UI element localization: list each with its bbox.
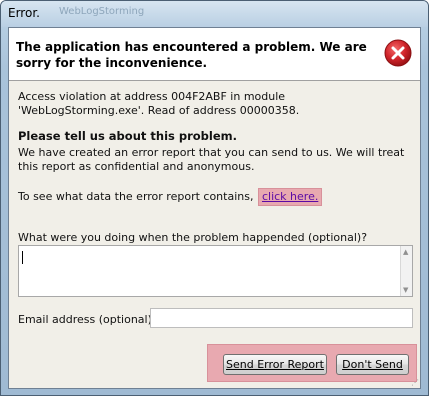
see-data-line: To see what data the error report contai… [18,188,413,206]
request-title: Please tell us about this problem. [18,129,237,143]
email-field[interactable] [150,308,413,328]
click-here-highlight: click here. [257,188,323,206]
title-bar[interactable]: Error. WebLogStorming [1,1,428,27]
button-highlight: Send Error Report Don't Send [207,344,417,382]
send-error-report-button[interactable]: Send Error Report [223,354,327,375]
scroll-down-icon[interactable]: ▼ [403,286,408,294]
email-label: Email address (optional): [18,313,156,326]
text-caret [22,251,23,264]
dialog-body: The application has encountered a proble… [8,27,421,389]
dont-send-button[interactable]: Don't Send [336,354,409,375]
problem-description-input[interactable]: ▲ ▼ [18,245,413,297]
see-data-text: To see what data the error report contai… [18,190,254,203]
vertical-scrollbar[interactable]: ▲ ▼ [400,246,412,296]
scroll-up-icon[interactable]: ▲ [403,248,408,256]
resize-grip-icon[interactable]: ⋰ [411,379,419,387]
request-description: We have created an error report that you… [18,146,405,173]
question-label: What were you doing when the problem hap… [18,231,368,244]
error-icon [384,39,412,67]
window-title: Error. [8,6,40,20]
error-headline: The application has encountered a proble… [16,40,367,70]
click-here-link[interactable]: click here. [262,190,318,203]
window-title-ghost: WebLogStorming [59,6,145,17]
header-panel: The application has encountered a proble… [9,28,420,81]
violation-details: Access violation at address 004F2ABF in … [18,90,300,117]
error-dialog: Error. WebLogStorming The application ha… [0,0,429,396]
